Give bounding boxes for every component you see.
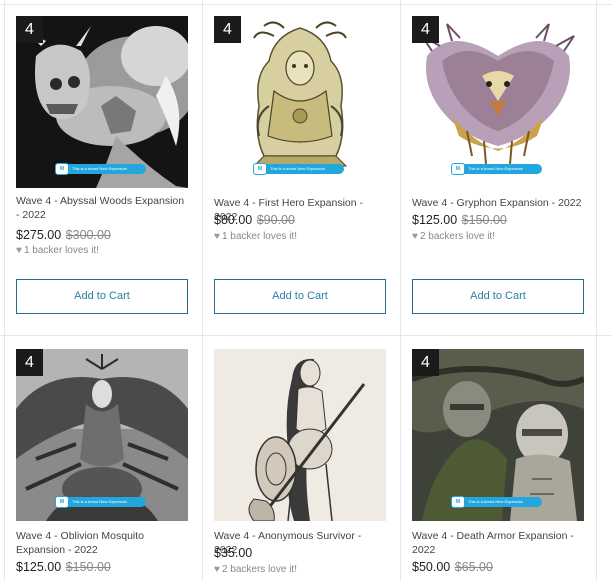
expansion-banner: M This is a brand New Expansion	[253, 163, 344, 175]
brand-logo-icon: M	[451, 496, 465, 508]
anonymous-survivor-artwork	[214, 349, 386, 521]
product-card-first-hero: M This is a brand New Expansion 4 Wave 4…	[214, 16, 386, 336]
heart-icon: ♥	[214, 231, 220, 242]
expansion-banner: M This is a brand New Expansion	[451, 163, 542, 175]
brand-logo-icon: M	[451, 163, 465, 175]
brand-logo-icon: M	[55, 163, 69, 175]
product-card-gryphon: M This is a brand New Expansion 4 Wave 4…	[412, 16, 584, 336]
add-to-cart-button[interactable]: Add to Cart	[412, 279, 584, 314]
price-row: $125.00 $150.00	[16, 560, 188, 575]
heart-icon: ♥	[412, 231, 418, 242]
wave-badge: 4	[412, 349, 439, 376]
current-price: $35.00	[214, 546, 253, 560]
original-price: $150.00	[461, 213, 507, 227]
product-image[interactable]	[214, 349, 386, 521]
heart-icon: ♥	[16, 245, 22, 256]
price-row: $80.00 $90.00	[214, 213, 386, 228]
loves-count: ♥ 1 backer loves it!	[16, 244, 188, 257]
price-row: $35.00	[214, 546, 386, 561]
original-price: $150.00	[65, 560, 111, 574]
price-row: $275.00 $300.00	[16, 228, 188, 243]
current-price: $50.00	[412, 560, 451, 574]
wave-badge: 4	[16, 349, 43, 376]
expansion-banner: M This is a brand New Expansion	[55, 163, 146, 175]
original-price: $65.00	[454, 560, 493, 574]
product-card-abyssal-woods: M This is a brand New Expansion 4 Wave 4…	[16, 16, 188, 336]
loves-text: 2 backers love it!	[221, 564, 297, 575]
grid-divider	[202, 0, 203, 581]
product-title[interactable]: Wave 4 - Gryphon Expansion - 2022	[412, 196, 584, 210]
brand-logo-icon: M	[55, 496, 69, 508]
expansion-banner: M This is a brand New Expansion	[451, 496, 542, 508]
banner-text: This is a brand New Expansion	[468, 166, 524, 171]
grid-divider	[0, 4, 612, 5]
original-price: $300.00	[65, 228, 111, 242]
banner-text: This is a brand New Expansion	[468, 499, 524, 504]
grid-divider	[4, 0, 5, 581]
brand-logo-icon: M	[253, 163, 267, 175]
original-price: $90.00	[256, 213, 295, 227]
product-title[interactable]: Wave 4 - Death Armor Expansion - 2022	[412, 529, 584, 557]
price-row: $125.00 $150.00	[412, 213, 584, 228]
loves-count: ♥ 2 backers love it!	[214, 563, 386, 576]
wave-badge: 4	[412, 16, 439, 43]
product-title[interactable]: Wave 4 - Oblivion Mosquito Expansion - 2…	[16, 529, 188, 557]
loves-text: 2 backers love it!	[419, 231, 495, 242]
price-row: $50.00 $65.00	[412, 560, 584, 575]
add-to-cart-button[interactable]: Add to Cart	[214, 279, 386, 314]
banner-text: This is a brand New Expansion	[270, 166, 326, 171]
current-price: $275.00	[16, 228, 62, 242]
banner-text: This is a brand New Expansion	[72, 166, 128, 171]
product-card-oblivion-mosquito: M This is a brand New Expansion 4 Wave 4…	[16, 349, 188, 581]
product-grid: M This is a brand New Expansion 4 Wave 4…	[0, 0, 612, 581]
expansion-banner: M This is a brand New Expansion	[55, 496, 146, 508]
current-price: $125.00	[16, 560, 62, 574]
loves-count: ♥ 1 backer loves it!	[214, 230, 386, 243]
product-title[interactable]: Wave 4 - Abyssal Woods Expansion - 2022	[16, 194, 188, 222]
loves-count: ♥ 2 backers love it!	[412, 230, 584, 243]
product-card-death-armor: M This is a brand New Expansion 4 Wave 4…	[412, 349, 584, 581]
product-card-anonymous-survivor: Wave 4 - Anonymous Survivor - 2022 $35.0…	[214, 349, 386, 581]
current-price: $80.00	[214, 213, 253, 227]
loves-text: 1 backer loves it!	[23, 245, 99, 256]
grid-divider	[400, 0, 401, 581]
current-price: $125.00	[412, 213, 458, 227]
wave-badge: 4	[214, 16, 241, 43]
heart-icon: ♥	[214, 564, 220, 575]
loves-text: 1 backer loves it!	[221, 231, 297, 242]
wave-badge: 4	[16, 16, 43, 43]
banner-text: This is a brand New Expansion	[72, 499, 128, 504]
add-to-cart-button[interactable]: Add to Cart	[16, 279, 188, 314]
grid-divider	[596, 0, 597, 581]
